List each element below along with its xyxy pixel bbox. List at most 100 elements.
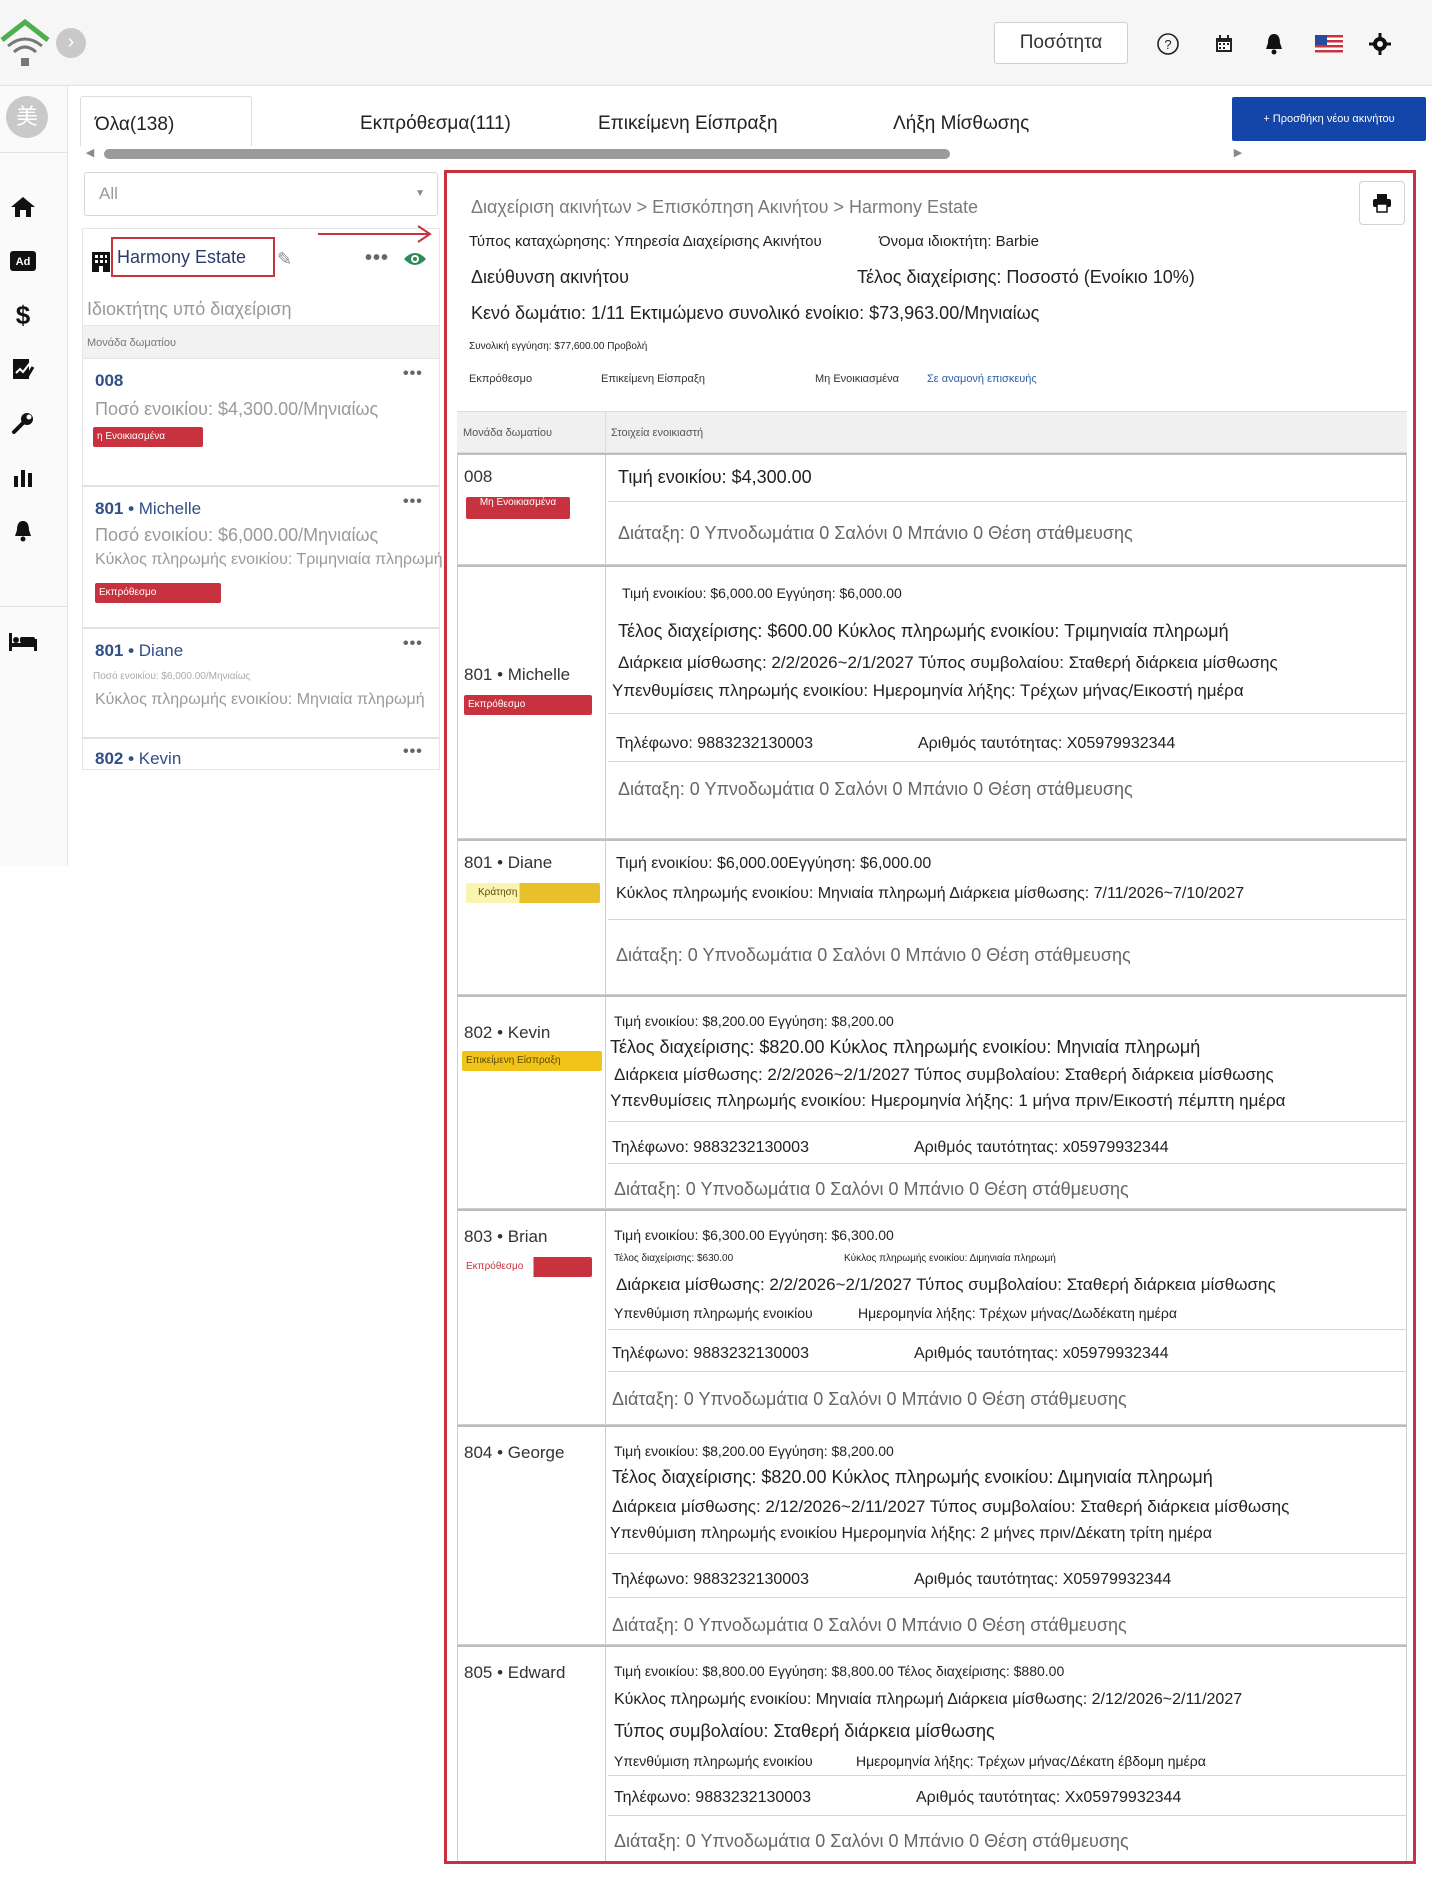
- unit-cell: 802 • Kevin Επικείμενη Είσπραξη: [458, 997, 606, 1208]
- more-options-icon[interactable]: •••: [403, 365, 423, 383]
- table-row[interactable]: 801 • Michelle Εκπρόθεσμο Τιμή ενοικίου:…: [457, 565, 1407, 839]
- rent-deposit: Τιμή ενοικίου: $8,200.00 Εγγύηση: $8,200…: [614, 1443, 894, 1459]
- subtab-upcoming[interactable]: Επικείμενη Είσπραξη: [601, 373, 705, 385]
- bed-icon[interactable]: [8, 626, 38, 656]
- list-item[interactable]: 801 • Michelle ••• Ποσό ενοικίου: $6,000…: [83, 487, 443, 629]
- management-fee: Τέλος διαχείρισης: Ποσοστό (Ενοίκιο 10%): [857, 267, 1195, 287]
- tab-all[interactable]: Όλα(138): [80, 96, 252, 146]
- id-number: Αριθμός ταυτότητας: x05979932344: [914, 1139, 1169, 1156]
- rent-amount: Ποσό ενοικίου: $6,000.00/Μηνιαίως: [93, 671, 251, 682]
- row-divider: [608, 761, 1406, 762]
- table-row[interactable]: 801 • Diane Κράτηση Τιμή ενοικίου: $6,00…: [457, 839, 1407, 995]
- svg-text:?: ?: [1164, 37, 1171, 52]
- calendar-icon[interactable]: [1210, 30, 1238, 58]
- row-divider: [608, 1121, 1406, 1122]
- unit-label: 801 • Diane: [464, 853, 553, 872]
- due-date: Ημερομηνία λήξης: Τρέχων μήνας/Δωδέκατη …: [858, 1305, 1177, 1321]
- wrench-icon[interactable]: [8, 408, 38, 438]
- notification-bell-icon[interactable]: [8, 516, 38, 546]
- status-badge: η Ενοικιασμένα: [93, 427, 203, 447]
- subtab-overdue[interactable]: Εκπρόθεσμο: [469, 373, 532, 385]
- add-property-button[interactable]: + Προσθήκη νέου ακινήτου: [1232, 97, 1426, 141]
- dollar-icon[interactable]: $: [8, 300, 38, 330]
- table-row[interactable]: 008 Μη Ενοικιασμένα Τιμή ενοικίου: $4,30…: [457, 453, 1407, 565]
- row-divider: [608, 1597, 1406, 1598]
- status-badge: Εκπρόθεσμο: [95, 583, 221, 603]
- property-address: Διεύθυνση ακινήτου: [471, 267, 629, 287]
- unit-label: 802 • Kevin: [464, 1023, 551, 1042]
- tab-upcoming-collection[interactable]: Επικείμενη Είσπραξη: [598, 96, 778, 146]
- more-options-icon[interactable]: •••: [403, 635, 423, 653]
- total-deposit[interactable]: Συνολική εγγύηση: $77,600.00 Προβολή: [469, 341, 647, 352]
- eye-icon[interactable]: [403, 251, 427, 267]
- help-icon[interactable]: ?: [1154, 30, 1182, 58]
- status-badge: Εκπρόθεσμο: [462, 1257, 592, 1277]
- print-button[interactable]: [1359, 181, 1405, 225]
- property-name[interactable]: Harmony Estate: [111, 237, 275, 277]
- printer-icon: [1373, 194, 1391, 213]
- list-item[interactable]: 008 ••• Ποσό ενοικίου: $4,300.00/Μηνιαίω…: [83, 359, 439, 487]
- more-options-icon[interactable]: •••: [365, 247, 389, 270]
- wifi-home-logo[interactable]: [0, 18, 50, 68]
- row-divider: [608, 1815, 1406, 1816]
- row-divider: [608, 1329, 1406, 1330]
- tab-lease-expiry[interactable]: Λήξη Μίσθωσης: [893, 96, 1029, 146]
- unit-cell: 008 Μη Ενοικιασμένα: [458, 455, 606, 564]
- us-flag-icon[interactable]: [1314, 30, 1344, 58]
- unit-cell: 803 • Brian Εκπρόθεσμο: [458, 1211, 606, 1424]
- bell-icon[interactable]: [1260, 30, 1288, 58]
- payment-reminder: Υπενθύμιση πληρωμής ενοικίου Ημερομηνία …: [610, 1525, 1213, 1542]
- quantity-button[interactable]: Ποσότητα: [994, 22, 1128, 64]
- lease-term: Διάρκεια μίσθωσης: 2/2/2026~2/1/2027 Τύπ…: [616, 1275, 1276, 1294]
- payment-reminder: Υπενθύμιση πληρωμής ενοικίου: [614, 1753, 813, 1769]
- phone: Τηλέφωνο: 9883232130003: [614, 1789, 811, 1806]
- svg-text:Ad: Ad: [16, 256, 31, 268]
- unit-label: 804 • George: [464, 1443, 565, 1462]
- home-icon[interactable]: [8, 192, 38, 222]
- phone: Τηλέφωνο: 9883232130003: [616, 735, 813, 752]
- payment-reminder: Υπενθύμιση πληρωμής ενοικίου: [614, 1305, 813, 1321]
- subtab-pending-repair[interactable]: Σε αναμονή επισκευής: [927, 373, 1037, 385]
- table-row[interactable]: 804 • George Τιμή ενοικίου: $8,200.00 Εγ…: [457, 1425, 1407, 1645]
- building-icon: [92, 252, 110, 272]
- due-date: Ημερομηνία λήξης: Τρέχων μήνας/Δέκατη έβ…: [856, 1753, 1206, 1769]
- scroll-left-icon[interactable]: ◀: [84, 146, 96, 160]
- ad-icon[interactable]: Ad: [8, 246, 38, 276]
- cycle-lease: Κύκλος πληρωμής ενοικίου: Μηνιαία πληρωμ…: [616, 885, 1245, 902]
- tab-overdue[interactable]: Εκπρόθεσμα(111): [360, 96, 511, 146]
- layout-info: Διάταξη: 0 Υπνοδωμάτια 0 Σαλόνι 0 Μπάνιο…: [616, 945, 1131, 965]
- scroll-thumb[interactable]: [104, 149, 950, 159]
- table-row[interactable]: 805 • Edward Τιμή ενοικίου: $8,800.00 Εγ…: [457, 1645, 1407, 1861]
- unit-cell: 801 • Diane Κράτηση: [458, 841, 606, 994]
- more-options-icon[interactable]: •••: [403, 743, 423, 761]
- gear-icon[interactable]: [1366, 30, 1394, 58]
- table-row[interactable]: 803 • Brian Εκπρόθεσμο Τιμή ενοικίου: $6…: [457, 1209, 1407, 1425]
- nav-divider: [0, 152, 68, 153]
- list-item[interactable]: 801 • Diane ••• Ποσό ενοικίου: $6,000.00…: [83, 629, 439, 739]
- tabs-scrollbar[interactable]: ◀ ▶: [84, 146, 1244, 160]
- rent-amount: Ποσό ενοικίου: $6,000.00/Μηνιαίως: [95, 525, 379, 545]
- rent-amount: Ποσό ενοικίου: $4,300.00/Μηνιαίως: [95, 399, 379, 419]
- unit-label: 801 • Michelle: [464, 665, 571, 684]
- breadcrumb[interactable]: Διαχείριση ακινήτων > Επισκόπηση Ακινήτο…: [471, 197, 978, 218]
- row-divider: [608, 501, 1406, 502]
- list-item[interactable]: 802 • Kevin •••: [83, 739, 439, 771]
- chart-icon[interactable]: [8, 462, 38, 492]
- status-filter-select[interactable]: All ▼: [84, 172, 438, 216]
- list-item-title: 801 • Michelle: [95, 499, 202, 518]
- contract-icon[interactable]: [8, 354, 38, 384]
- rent-deposit: Τιμή ενοικίου: $6,000.00 Εγγύηση: $6,000…: [622, 585, 902, 601]
- more-options-icon[interactable]: •••: [403, 493, 423, 511]
- property-card[interactable]: Harmony Estate ✎ ••• Ιδιοκτήτης υπό διαχ…: [82, 228, 443, 771]
- layout-info: Διάταξη: 0 Υπνοδωμάτια 0 Σαλόνι 0 Μπάνιο…: [612, 1389, 1127, 1409]
- property-detail-panel: Διαχείριση ακινήτων > Επισκόπηση Ακινήτο…: [444, 170, 1416, 1864]
- management-fee: Τέλος διαχείρισης: $630.00: [614, 1253, 734, 1264]
- row-divider: [608, 1553, 1406, 1554]
- edit-icon[interactable]: ✎: [277, 249, 292, 270]
- subtab-unrented[interactable]: Μη Ενοικιασμένα: [815, 373, 899, 385]
- table-row[interactable]: 802 • Kevin Επικείμενη Είσπραξη Τιμή ενο…: [457, 995, 1407, 1209]
- expand-sidebar-button[interactable]: ›: [56, 28, 86, 58]
- layout-info: Διάταξη: 0 Υπνοδωμάτια 0 Σαλόνι 0 Μπάνιο…: [618, 779, 1133, 799]
- scroll-right-icon[interactable]: ▶: [1232, 146, 1244, 160]
- avatar[interactable]: 美: [6, 96, 48, 138]
